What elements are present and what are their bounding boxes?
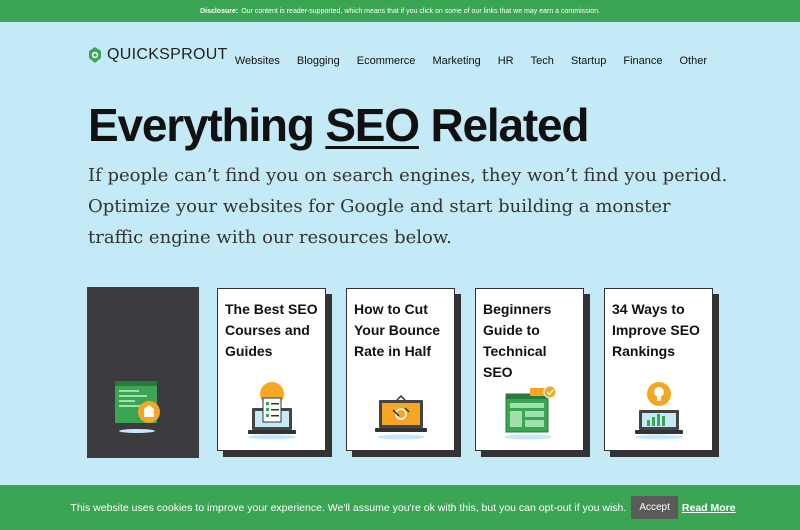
headline-related: Related [430, 99, 589, 151]
nav-item-ecommerce[interactable]: Ecommerce [357, 55, 416, 67]
cookie-banner: This website uses cookies to improve you… [0, 485, 800, 530]
seo-page-icon [115, 381, 160, 433]
nav-item-blogging[interactable]: Blogging [297, 55, 340, 67]
read-more-link[interactable]: Read More [682, 502, 736, 514]
card-improve-rankings[interactable]: 34 Ways to Improve SEO Rankings [604, 288, 713, 451]
quicksprout-logo[interactable]: QUICKSPROUT [88, 46, 228, 64]
disclosure-text: Our content is reader-supported, which m… [241, 7, 600, 15]
www-browser-icon [503, 385, 556, 440]
checklist-laptop-icon [247, 382, 296, 440]
sprout-logo-icon [89, 47, 101, 63]
nav-item-startup[interactable]: Startup [571, 55, 606, 67]
card-title: The Best SEO Courses and Guides [225, 301, 318, 359]
featured-card[interactable] [87, 287, 199, 458]
card-technical-seo[interactable]: Beginners Guide to Technical SEO [475, 288, 584, 451]
lightbulb-rankings-icon [634, 382, 683, 440]
nav-item-marketing[interactable]: Marketing [432, 55, 480, 67]
headline-seo: SEO [325, 99, 420, 151]
nav-item-other[interactable]: Other [679, 55, 707, 67]
nav-item-websites[interactable]: Websites [235, 55, 280, 67]
main-nav: Websites Blogging Ecommerce Marketing HR… [235, 55, 707, 67]
nav-item-hr[interactable]: HR [498, 55, 514, 67]
card-title: 34 Ways to Improve SEO Rankings [612, 301, 700, 359]
page-title: Everything SEO Related [88, 98, 589, 152]
accept-button[interactable]: Accept [631, 496, 678, 519]
cookie-text: This website uses cookies to improve you… [70, 501, 627, 514]
card-best-seo-courses[interactable]: The Best SEO Courses and Guides [217, 288, 326, 451]
card-title: How to Cut Your Bounce Rate in Half [354, 301, 441, 359]
logo-text: QUICKSPROUT [107, 46, 228, 63]
card-title: Beginners Guide to Technical SEO [483, 301, 552, 380]
card-bounce-rate[interactable]: How to Cut Your Bounce Rate in Half [346, 288, 455, 451]
headline-everything: Everything [88, 99, 315, 151]
bounce-laptop-icon [374, 394, 427, 440]
nav-item-tech[interactable]: Tech [531, 55, 554, 67]
disclosure-bar: Disclosure: Our content is reader-suppor… [0, 0, 800, 22]
intro-paragraph: If people can’t find you on search engin… [88, 165, 728, 248]
disclosure-label: Disclosure: [200, 7, 239, 15]
nav-item-finance[interactable]: Finance [623, 55, 662, 67]
